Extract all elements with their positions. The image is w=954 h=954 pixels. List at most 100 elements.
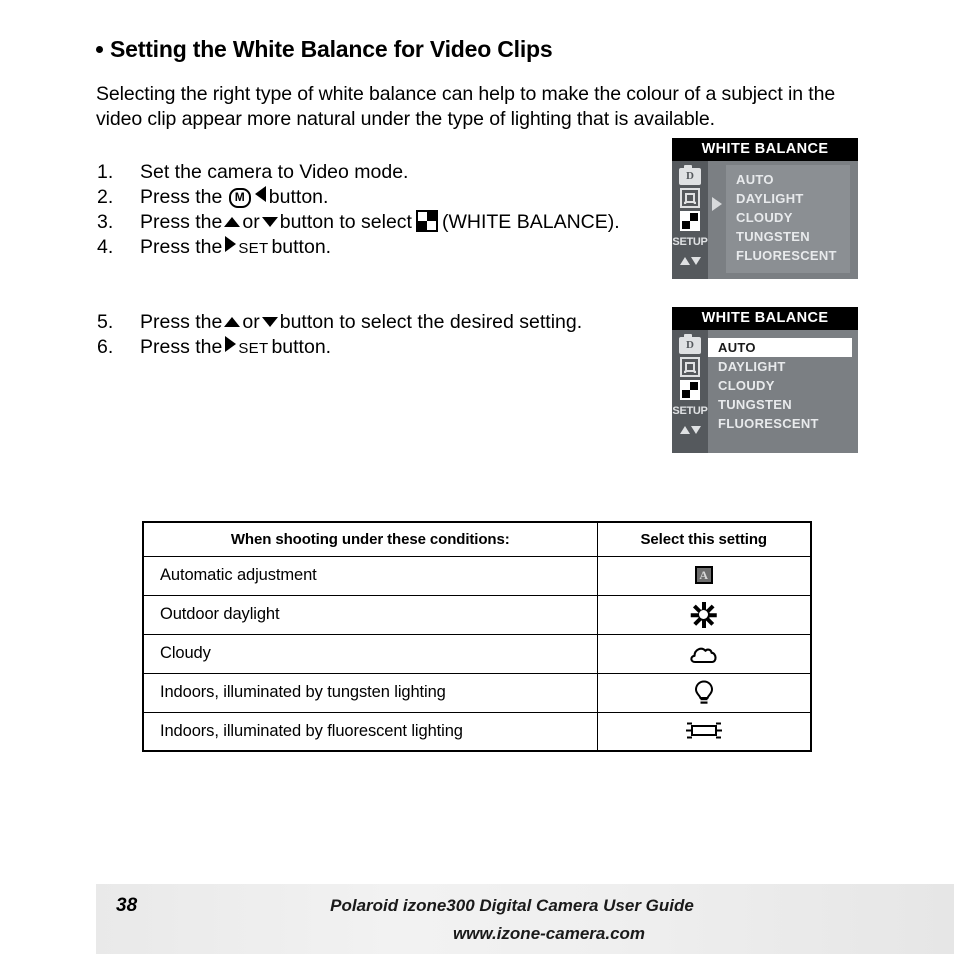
- lcd-main-area: AUTO DAYLIGHT CLOUDY TUNGSTEN FLUORESCEN…: [708, 330, 858, 453]
- condition-cell: Outdoor daylight: [142, 594, 598, 635]
- lcd-title-bar: WHITE BALANCE: [672, 307, 858, 330]
- step-text-tail: (WHITE BALANCE).: [441, 211, 620, 233]
- camera-d-icon: D: [679, 334, 701, 354]
- menu-item-tungsten[interactable]: TUNGSTEN: [726, 227, 850, 246]
- steps-list-secondary: 5. Press the or button to select the desir…: [96, 310, 656, 361]
- step-number: 2.: [97, 186, 114, 208]
- up-arrow-glyph: [679, 257, 690, 265]
- lcd-pointer-column: [708, 161, 726, 279]
- camera-lcd-screen-selection: WHITE BALANCE D SETUP AUTO DAYLIGHT CLOU…: [672, 307, 858, 453]
- column-header-conditions: When shooting under these conditions:: [142, 521, 598, 557]
- lcd-body: D SETUP AUTO DAYLIGHT CLOUDY TUNGSTEN FL…: [672, 161, 858, 279]
- camera-lcd-screen-menu: WHITE BALANCE D SETUP AUTO DAYLIGHT CLOU…: [672, 138, 858, 279]
- page-title: Setting the White Balance for Video Clip…: [96, 36, 553, 63]
- menu-item-tungsten[interactable]: TUNGSTEN: [708, 395, 852, 414]
- step-item-4: 4. Press the SET button.: [96, 235, 656, 261]
- table-header-row: When shooting under these conditions: Se…: [142, 521, 812, 557]
- step-number: 1.: [97, 161, 114, 183]
- setup-icon: SETUP: [672, 236, 708, 248]
- mode-m-button-icon: M: [228, 188, 251, 208]
- step-number: 5.: [97, 311, 114, 333]
- step-text-lead: Press the: [140, 311, 223, 333]
- down-arrow-glyph: [690, 426, 701, 434]
- step-text-or: or: [242, 211, 260, 233]
- white-balance-icon: [680, 211, 700, 231]
- up-arrow-glyph: [679, 426, 690, 434]
- up-down-arrows-icon: [679, 426, 701, 434]
- set-button-label: SET: [238, 340, 269, 357]
- step-text-mid: button to select: [279, 211, 412, 233]
- condition-cell: Indoors, illuminated by tungsten lightin…: [142, 672, 598, 713]
- column-header-setting: Select this setting: [596, 521, 812, 557]
- right-pointer-icon: [712, 197, 722, 211]
- step-number: 4.: [97, 236, 114, 258]
- white-balance-settings-table: When shooting under these conditions: Se…: [142, 521, 812, 752]
- down-arrow-icon: [261, 317, 278, 327]
- lcd-main-area: AUTO DAYLIGHT CLOUDY TUNGSTEN FLUORESCEN…: [708, 161, 858, 279]
- table-row: Cloudy: [142, 633, 812, 674]
- setting-cell: [596, 594, 812, 635]
- step-text-lead: Press the: [140, 211, 223, 233]
- right-arrow-icon: [225, 336, 237, 352]
- step-text-or: or: [242, 311, 260, 333]
- step-text-tail: button.: [271, 336, 332, 358]
- lightbulb-icon: [694, 679, 714, 706]
- right-arrow-icon: [225, 236, 237, 252]
- step-item-5: 5. Press the or button to select the desir…: [96, 310, 656, 335]
- up-arrow-icon: [224, 217, 241, 227]
- footer-website: www.izone-camera.com: [452, 924, 646, 943]
- step-number: 3.: [97, 211, 114, 233]
- step-text-tail: button to select the desired setting.: [279, 311, 583, 333]
- down-arrow-icon: [261, 217, 278, 227]
- table-row: Outdoor daylight: [142, 594, 812, 635]
- auto-a-icon: A: [694, 566, 713, 585]
- step-item-1: 1. Set the camera to Video mode.: [96, 160, 656, 185]
- white-balance-icon: [680, 380, 700, 400]
- menu-item-cloudy[interactable]: CLOUDY: [708, 376, 852, 395]
- condition-cell: Automatic adjustment: [142, 555, 598, 596]
- setting-cell: [596, 633, 812, 674]
- table-row: Indoors, illuminated by fluorescent ligh…: [142, 711, 812, 752]
- down-arrow-glyph: [690, 257, 701, 265]
- up-arrow-icon: [224, 317, 241, 327]
- menu-item-fluorescent[interactable]: FLUORESCENT: [708, 414, 852, 433]
- menu-item-daylight[interactable]: DAYLIGHT: [708, 357, 852, 376]
- condition-cell: Indoors, illuminated by fluorescent ligh…: [142, 711, 598, 752]
- table-row: Indoors, illuminated by tungsten lightin…: [142, 672, 812, 713]
- step-item-2: 2. Press the Mbutton.: [96, 185, 656, 210]
- step-item-3: 3. Press the or button to select (WHITE BAL…: [96, 210, 656, 235]
- menu-item-auto[interactable]: AUTO: [708, 338, 852, 357]
- menu-item-fluorescent[interactable]: FLUORESCENT: [726, 246, 850, 265]
- step-text: Press the SET button.: [140, 335, 656, 361]
- resolution-icon: [680, 188, 700, 208]
- sun-icon: [691, 601, 717, 628]
- menu-item-daylight[interactable]: DAYLIGHT: [726, 189, 850, 208]
- step-text-tail: button.: [271, 236, 332, 258]
- menu-item-auto[interactable]: AUTO: [726, 170, 850, 189]
- menu-item-cloudy[interactable]: CLOUDY: [726, 208, 850, 227]
- step-text-lead: Press the: [140, 186, 223, 208]
- step-number: 6.: [97, 336, 114, 358]
- bullet-icon: [96, 45, 103, 53]
- left-arrow-icon: [254, 186, 266, 202]
- step-text: Press the or button to select (WHITE BALANC…: [140, 210, 656, 235]
- lcd-menu-list: AUTO DAYLIGHT CLOUDY TUNGSTEN FLUORESCEN…: [726, 165, 850, 273]
- lcd-menu-list: AUTO DAYLIGHT CLOUDY TUNGSTEN FLUORESCEN…: [708, 333, 852, 447]
- fluorescent-tube-icon: [685, 720, 723, 742]
- lcd-sidebar: D SETUP: [672, 161, 708, 279]
- setting-cell: [596, 711, 812, 752]
- resolution-icon: [680, 357, 700, 377]
- step-text: Press the SET button.: [140, 235, 656, 261]
- up-down-arrows-icon: [679, 257, 701, 265]
- step-text: Set the camera to Video mode.: [140, 161, 409, 183]
- setting-cell: A: [596, 555, 812, 596]
- lcd-body: D SETUP AUTO DAYLIGHT CLOUDY TUNGSTEN FL…: [672, 330, 858, 453]
- step-text-lead: Press the: [140, 336, 223, 358]
- lcd-title-bar: WHITE BALANCE: [672, 138, 858, 161]
- set-button-label: SET: [238, 240, 269, 257]
- intro-paragraph: Selecting the right type of white balanc…: [96, 82, 836, 131]
- step-text: Press the Mbutton.: [140, 185, 656, 210]
- step-item-6: 6. Press the SET button.: [96, 335, 656, 361]
- step-text-tail: button.: [268, 186, 329, 208]
- steps-list-primary: 1. Set the camera to Video mode. 2. Pres…: [96, 160, 656, 261]
